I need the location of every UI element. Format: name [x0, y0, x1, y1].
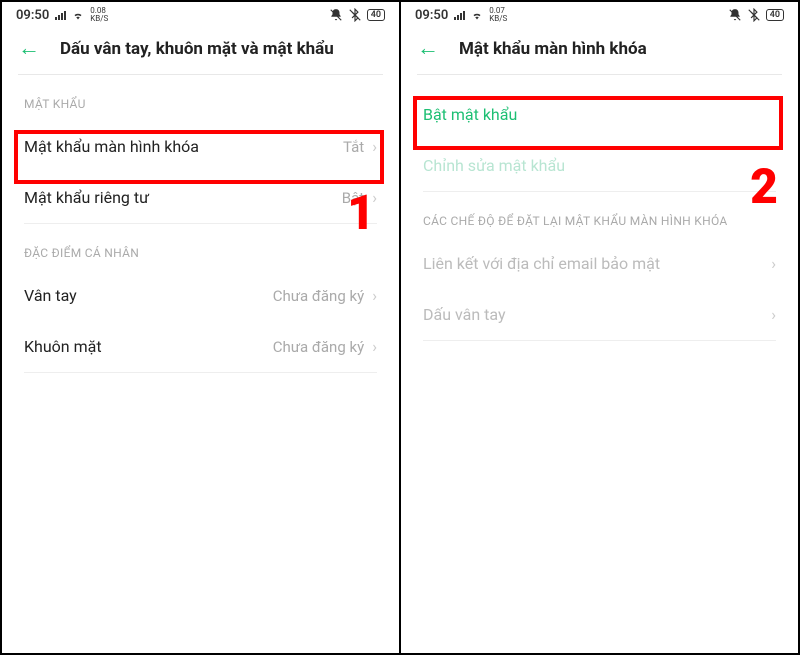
- chevron-right-icon: ›: [372, 337, 377, 356]
- back-button[interactable]: ←: [18, 38, 40, 60]
- status-bar: 09:50 0.07 KB/S 40: [401, 2, 798, 28]
- item-label: Liên kết với địa chỉ email bảo mật: [423, 254, 771, 273]
- chevron-right-icon: ›: [372, 286, 377, 305]
- phone-screen-2: 09:50 0.07 KB/S 40 ← Mật khẩu màn hình k…: [399, 2, 798, 653]
- wifi-icon: [72, 9, 84, 21]
- section-header-reset: CÁC CHẾ ĐỘ ĐỂ ĐẶT LẠI MẬT KHẨU MÀN HÌNH …: [401, 192, 798, 238]
- item-label: Vân tay: [24, 286, 273, 305]
- signal-icon: [55, 11, 66, 20]
- item-value: Chưa đăng ký: [273, 338, 364, 356]
- mute-icon: [329, 8, 343, 22]
- chevron-right-icon: ›: [372, 137, 377, 156]
- battery-level: 40: [766, 9, 784, 21]
- data-speed: 0.08 KB/S: [90, 7, 108, 23]
- item-label: Khuôn mặt: [24, 337, 273, 356]
- header: ← Dấu vân tay, khuôn mặt và mật khẩu: [2, 28, 399, 74]
- page-title: Dấu vân tay, khuôn mặt và mật khẩu: [60, 39, 334, 59]
- divider: [423, 340, 776, 341]
- wifi-icon: [471, 9, 483, 21]
- item-edit-password: Chỉnh sửa mật khẩu: [401, 140, 798, 191]
- item-fingerprint[interactable]: Dấu vân tay ›: [401, 289, 798, 340]
- section-header-password: MẬT KHẨU: [2, 75, 399, 121]
- battery-level: 40: [367, 9, 385, 21]
- bluetooth-off-icon: [348, 8, 362, 22]
- chevron-right-icon: ›: [771, 254, 776, 273]
- signal-icon: [454, 11, 465, 20]
- item-lockscreen-password[interactable]: Mật khẩu màn hình khóa Tắt ›: [2, 121, 399, 172]
- section-header-personal: ĐẶC ĐIỂM CÁ NHÂN: [2, 224, 399, 270]
- item-value: Tắt: [343, 138, 364, 156]
- chevron-right-icon: ›: [771, 305, 776, 324]
- item-label: Dấu vân tay: [423, 305, 771, 324]
- header: ← Mật khẩu màn hình khóa: [401, 28, 798, 74]
- status-time: 09:50: [415, 8, 448, 23]
- data-speed: 0.07 KB/S: [489, 7, 507, 23]
- item-label: Mật khẩu riêng tư: [24, 188, 342, 207]
- page-title: Mật khẩu màn hình khóa: [459, 39, 647, 59]
- item-label: Chỉnh sửa mật khẩu: [423, 156, 776, 175]
- status-time: 09:50: [16, 8, 49, 23]
- bluetooth-off-icon: [747, 8, 761, 22]
- chevron-right-icon: ›: [372, 188, 377, 207]
- item-link-email[interactable]: Liên kết với địa chỉ email bảo mật ›: [401, 238, 798, 289]
- divider: [24, 372, 377, 373]
- item-private-password[interactable]: Mật khẩu riêng tư Bật ›: [2, 172, 399, 223]
- item-label: Bật mật khẩu: [423, 105, 776, 124]
- status-bar: 09:50 0.08 KB/S 40: [2, 2, 399, 28]
- item-face[interactable]: Khuôn mặt Chưa đăng ký ›: [2, 321, 399, 372]
- mute-icon: [728, 8, 742, 22]
- phone-screen-1: 09:50 0.08 KB/S 40 ← Dấu vân tay, khuôn …: [2, 2, 399, 653]
- item-value: Bật: [342, 189, 364, 207]
- back-button[interactable]: ←: [417, 38, 439, 60]
- item-label: Mật khẩu màn hình khóa: [24, 137, 343, 156]
- item-enable-password[interactable]: Bật mật khẩu: [401, 89, 798, 140]
- item-value: Chưa đăng ký: [273, 287, 364, 305]
- item-fingerprint[interactable]: Vân tay Chưa đăng ký ›: [2, 270, 399, 321]
